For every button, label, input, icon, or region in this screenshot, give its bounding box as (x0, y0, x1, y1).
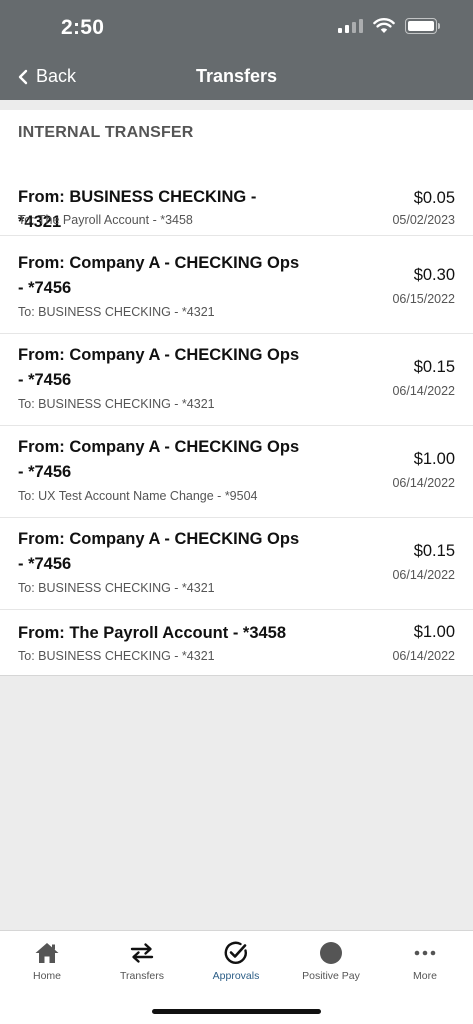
section-title: INTERNAL TRANSFER (18, 124, 194, 141)
transfer-list-card: INTERNAL TRANSFER From: BUSINESS CHECKIN… (0, 110, 473, 676)
tab-home[interactable]: Home (0, 939, 94, 991)
transfer-arrows-icon (130, 943, 154, 963)
transfer-row[interactable]: From: The Payroll Account - *3458 To: BU… (0, 610, 473, 676)
transfer-row[interactable]: From: Company A - CHECKING Ops - *7456 T… (0, 236, 473, 334)
chevron-left-icon (18, 69, 28, 84)
tab-label: Transfers (120, 970, 164, 982)
transfer-row[interactable]: From: BUSINESS CHECKING - *4321 To: The … (0, 172, 473, 236)
status-time: 2:50 (61, 16, 105, 39)
transfer-from: From: The Payroll Account - *3458 (18, 624, 287, 642)
transfer-from: From: Company A - CHECKING Ops - *7456 (18, 254, 300, 297)
transfer-date: 06/15/2022 (392, 292, 455, 306)
wifi-icon (373, 18, 395, 33)
transfer-to: To: The Payroll Account - *3458 (18, 213, 193, 227)
transfer-row[interactable]: From: Company A - CHECKING Ops - *7456 T… (0, 426, 473, 518)
transfer-date: 06/14/2022 (392, 568, 455, 582)
cellular-signal-icon (338, 19, 363, 33)
transfer-to: To: BUSINESS CHECKING - *4321 (18, 397, 215, 411)
transfer-to: To: UX Test Account Name Change - *9504 (18, 489, 258, 503)
transfer-from: From: Company A - CHECKING Ops - *7456 (18, 530, 300, 573)
transfer-to: To: BUSINESS CHECKING - *4321 (18, 649, 215, 663)
transfer-amount: $0.15 (413, 358, 455, 376)
tab-positive-pay[interactable]: Positive Pay (284, 939, 378, 991)
transfer-amount: $1.00 (413, 450, 455, 468)
transfer-row[interactable]: From: Company A - CHECKING Ops - *7456 T… (0, 518, 473, 610)
back-button[interactable]: Back (18, 66, 76, 87)
transfer-from: From: Company A - CHECKING Ops - *7456 (18, 438, 300, 481)
circle-icon (320, 942, 342, 964)
transfer-amount: $0.15 (413, 542, 455, 560)
top-header: 2:50 Back Transfers (0, 0, 473, 100)
transfer-date: 06/14/2022 (392, 384, 455, 398)
transfer-to: To: BUSINESS CHECKING - *4321 (18, 581, 215, 595)
transfer-to: To: BUSINESS CHECKING - *4321 (18, 305, 215, 319)
transfer-from: From: Company A - CHECKING Ops - *7456 (18, 346, 300, 389)
transfer-date: 05/02/2023 (392, 213, 455, 227)
transfer-amount: $1.00 (413, 623, 455, 641)
transfer-amount: $0.05 (413, 189, 455, 207)
home-indicator (152, 1009, 321, 1014)
transfer-date: 06/14/2022 (392, 476, 455, 490)
tab-label: Approvals (212, 970, 260, 982)
transfer-amount: $0.30 (413, 266, 455, 284)
home-icon (35, 943, 59, 963)
tab-transfers[interactable]: Transfers (95, 939, 189, 991)
transfer-date: 06/14/2022 (392, 649, 455, 663)
check-circle-icon (224, 941, 247, 965)
tab-label: More (413, 970, 437, 982)
tab-more[interactable]: More (378, 939, 472, 991)
status-icons (338, 18, 440, 34)
tab-approvals[interactable]: Approvals (189, 939, 283, 991)
more-dots-icon (414, 950, 436, 956)
tab-label: Home (32, 970, 61, 982)
battery-icon (405, 18, 440, 34)
transfer-row[interactable]: From: Company A - CHECKING Ops - *7456 T… (0, 334, 473, 426)
tab-label: Positive Pay (302, 970, 360, 982)
transfer-from: From: BUSINESS CHECKING - *4321 (18, 188, 257, 231)
back-label: Back (36, 66, 77, 86)
